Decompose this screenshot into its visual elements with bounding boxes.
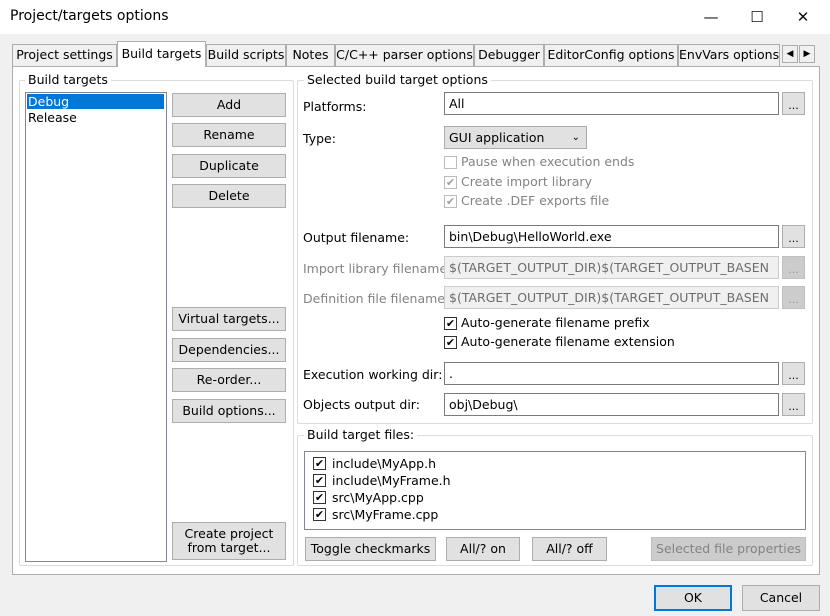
rename-button[interactable]: Rename — [172, 123, 286, 147]
tab-envvars-options[interactable]: EnvVars options — [678, 44, 780, 66]
window-title: Project/targets options — [10, 8, 169, 24]
file-name: include\MyApp.h — [332, 456, 436, 471]
output-filename-browse-button[interactable]: ... — [782, 225, 805, 248]
build-targets-list[interactable]: Debug Release — [25, 92, 167, 562]
list-item[interactable]: ✔ src\MyFrame.cpp — [313, 506, 438, 523]
tab-editorconfig-options[interactable]: EditorConfig options — [544, 44, 678, 66]
file-checkbox[interactable]: ✔ — [313, 508, 326, 521]
auto-extension-label: Auto-generate filename extension — [461, 334, 675, 349]
check-icon: ✔ — [445, 317, 456, 330]
target-files-group-label: Build target files: — [304, 428, 418, 442]
create-def-label: Create .DEF exports file — [461, 193, 610, 208]
dependencies-button[interactable]: Dependencies... — [172, 338, 286, 362]
pause-checkbox[interactable] — [444, 156, 457, 169]
chevron-right-icon: ▶ — [803, 49, 811, 59]
create-import-label: Create import library — [461, 174, 592, 189]
add-button[interactable]: Add — [172, 93, 286, 117]
list-item-debug[interactable]: Debug — [27, 94, 164, 109]
file-name: src\MyFrame.cpp — [332, 507, 439, 522]
exec-working-dir-label: Execution working dir: — [303, 367, 443, 382]
auto-prefix-label: Auto-generate filename prefix — [461, 315, 650, 330]
check-icon: ✔ — [445, 336, 456, 349]
exec-working-dir-browse-button[interactable]: ... — [782, 362, 805, 385]
output-filename-field[interactable]: bin\Debug\HelloWorld.exe — [444, 225, 779, 248]
exec-working-dir-field[interactable]: . — [444, 362, 779, 385]
objects-output-dir-browse-button[interactable]: ... — [782, 393, 805, 416]
virtual-targets-button[interactable]: Virtual targets... — [172, 307, 286, 331]
platforms-field[interactable]: All — [444, 92, 779, 115]
separator — [303, 213, 806, 214]
import-library-browse-button[interactable]: ... — [782, 256, 805, 279]
tab-project-settings[interactable]: Project settings — [12, 44, 117, 66]
list-item[interactable]: ✔ include\MyApp.h — [313, 455, 436, 472]
tab-build-targets[interactable]: Build targets — [117, 41, 206, 67]
create-import-checkbox[interactable]: ✔ — [444, 176, 457, 189]
file-checkbox[interactable]: ✔ — [313, 491, 326, 504]
selected-file-properties-button[interactable]: Selected file properties — [651, 537, 806, 561]
tab-scroll-right-button[interactable]: ▶ — [799, 45, 815, 63]
cancel-button[interactable]: Cancel — [742, 585, 820, 611]
tab-cpp-parser-options[interactable]: C/C++ parser options — [335, 44, 474, 66]
create-def-checkbox[interactable]: ✔ — [444, 195, 457, 208]
list-item-release[interactable]: Release — [27, 110, 164, 125]
reorder-button[interactable]: Re-order... — [172, 368, 286, 392]
duplicate-button[interactable]: Duplicate — [172, 154, 286, 178]
delete-button[interactable]: Delete — [172, 184, 286, 208]
tab-notes[interactable]: Notes — [286, 44, 335, 66]
objects-output-dir-field[interactable]: obj\Debug\ — [444, 393, 779, 416]
check-icon: ✔ — [445, 176, 456, 189]
build-targets-group-label: Build targets — [25, 73, 111, 87]
definition-file-field[interactable]: $(TARGET_OUTPUT_DIR)$(TARGET_OUTPUT_BASE… — [444, 286, 779, 309]
tab-build-scripts[interactable]: Build scripts — [206, 44, 286, 66]
minimize-icon: — — [703, 8, 719, 26]
list-item[interactable]: ✔ src\MyApp.cpp — [313, 489, 424, 506]
check-icon: ✔ — [314, 491, 325, 504]
check-icon: ✔ — [314, 457, 325, 470]
platforms-label: Platforms: — [303, 99, 367, 114]
pause-label: Pause when execution ends — [461, 154, 635, 169]
type-label: Type: — [303, 131, 336, 146]
definition-file-browse-button[interactable]: ... — [782, 286, 805, 309]
platforms-browse-button[interactable]: ... — [782, 92, 805, 115]
close-icon: ✕ — [796, 8, 810, 26]
file-checkbox[interactable]: ✔ — [313, 474, 326, 487]
type-select[interactable]: GUI application ⌄ — [444, 126, 587, 149]
auto-prefix-checkbox[interactable]: ✔ — [444, 317, 457, 330]
chevron-left-icon: ◀ — [786, 49, 794, 59]
auto-extension-checkbox[interactable]: ✔ — [444, 336, 457, 349]
tab-scroll-left-button[interactable]: ◀ — [782, 45, 798, 63]
toggle-checkmarks-button[interactable]: Toggle checkmarks — [305, 537, 436, 561]
tab-debugger[interactable]: Debugger — [474, 44, 544, 66]
type-select-value: GUI application — [449, 130, 545, 145]
build-options-button[interactable]: Build options... — [172, 399, 286, 423]
all-on-button[interactable]: All/? on — [446, 537, 520, 561]
file-checkbox[interactable]: ✔ — [313, 457, 326, 470]
check-icon: ✔ — [445, 195, 456, 208]
target-files-list[interactable]: ✔ include\MyApp.h ✔ include\MyFrame.h ✔ … — [304, 451, 806, 530]
definition-file-label: Definition file filename: — [303, 291, 450, 306]
ok-button[interactable]: OK — [654, 585, 732, 611]
minimize-button[interactable]: — — [688, 0, 734, 34]
chevron-down-icon: ⌄ — [571, 132, 580, 143]
output-filename-label: Output filename: — [303, 230, 410, 245]
objects-output-dir-label: Objects output dir: — [303, 397, 420, 412]
maximize-button[interactable]: ☐ — [734, 0, 780, 34]
separator — [303, 353, 806, 354]
check-icon: ✔ — [314, 474, 325, 487]
all-off-button[interactable]: All/? off — [532, 537, 607, 561]
check-icon: ✔ — [314, 508, 325, 521]
list-item[interactable]: ✔ include\MyFrame.h — [313, 472, 451, 489]
maximize-icon: ☐ — [750, 8, 764, 26]
close-button[interactable]: ✕ — [780, 0, 826, 34]
selected-target-group-label: Selected build target options — [304, 73, 491, 87]
file-name: src\MyApp.cpp — [332, 490, 424, 505]
create-project-from-target-button[interactable]: Create project from target... — [172, 522, 286, 560]
import-library-field[interactable]: $(TARGET_OUTPUT_DIR)$(TARGET_OUTPUT_BASE… — [444, 256, 779, 279]
import-library-label: Import library filename: — [303, 261, 452, 276]
file-name: include\MyFrame.h — [332, 473, 451, 488]
